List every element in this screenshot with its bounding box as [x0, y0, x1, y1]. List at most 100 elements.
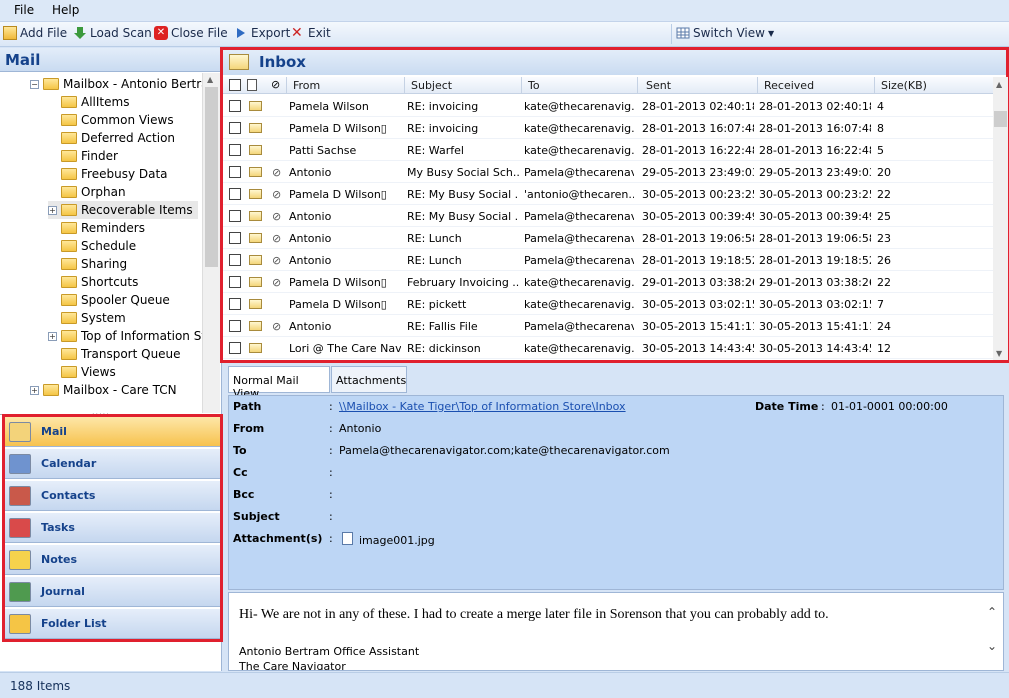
table-row[interactable]: ⊘ Pamela D Wilson▯ February Invoicing ... k… — [223, 271, 993, 293]
nav-tasks[interactable]: Tasks — [5, 513, 220, 543]
cell-to: kate@thecarenavig... — [524, 342, 634, 355]
table-row[interactable]: ⊘ Antonio My Busy Social Sch... Pamela@thec… — [223, 161, 993, 183]
table-row[interactable]: ⊘ Antonio RE: Lunch Pamela@thecarenav... 28-… — [223, 227, 993, 249]
nav-mail[interactable]: Mail — [5, 417, 220, 447]
nav-notes[interactable]: Notes — [5, 545, 220, 575]
tree-item[interactable]: System — [48, 309, 126, 327]
col-to[interactable]: To — [528, 79, 540, 92]
nav-calendar[interactable]: Calendar — [5, 449, 220, 479]
tree-item[interactable]: Views — [48, 363, 116, 381]
row-checkbox[interactable] — [229, 122, 241, 134]
nav-contacts[interactable]: Contacts — [5, 481, 220, 511]
tree-item[interactable]: Schedule — [48, 237, 136, 255]
menu-file[interactable]: File — [14, 3, 34, 17]
table-row[interactable]: Pamela Wilson RE: invoicing kate@thecarena… — [223, 95, 993, 117]
row-checkbox[interactable] — [229, 100, 241, 112]
tree-item[interactable]: Spooler Queue — [48, 291, 170, 309]
tree-item[interactable]: − Mailbox - Antonio Bertram — [30, 75, 202, 93]
row-checkbox[interactable] — [229, 232, 241, 244]
cell-subject: RE: My Busy Social ... — [407, 188, 519, 201]
scroll-thumb[interactable] — [994, 111, 1007, 127]
tree-item-label: Finder — [81, 149, 118, 163]
tree-item[interactable]: Sharing — [48, 255, 127, 273]
load-scan-button[interactable]: Load Scan — [73, 26, 152, 40]
folder-icon — [61, 222, 77, 234]
add-file-button[interactable]: Add File — [3, 26, 67, 40]
tree-item[interactable]: AllItems — [48, 93, 129, 111]
col-from[interactable]: From — [293, 79, 320, 92]
table-row[interactable]: Pamela D Wilson▯ RE: pickett kate@thecaren… — [223, 293, 993, 315]
tree-item[interactable]: + Mailbox - Care TCN — [30, 381, 177, 399]
tree-item[interactable]: Common Views — [48, 111, 174, 129]
folder-tree: − Mailbox - Antonio Bertram AllItems Common… — [0, 73, 202, 413]
row-checkbox[interactable] — [229, 210, 241, 222]
collapse-icon[interactable]: − — [30, 79, 39, 89]
message-list-scrollbar[interactable]: ▲ ▼ — [993, 77, 1008, 360]
table-row[interactable]: ⊘ Pamela D Wilson▯ RE: My Busy Social ... '… — [223, 183, 993, 205]
col-sent[interactable]: Sent — [646, 79, 671, 92]
folder-icon — [61, 348, 77, 360]
tab-attachments[interactable]: Attachments — [331, 366, 407, 393]
row-checkbox[interactable] — [229, 188, 241, 200]
envelope-icon — [249, 145, 262, 155]
menu-help[interactable]: Help — [52, 3, 79, 17]
select-all-checkbox[interactable] — [229, 79, 241, 91]
row-checkbox[interactable] — [229, 298, 241, 310]
col-subject[interactable]: Subject — [411, 79, 452, 92]
table-row[interactable]: ⊘ Antonio RE: My Busy Social ... Pamela@the… — [223, 205, 993, 227]
row-checkbox[interactable] — [229, 276, 241, 288]
tab-normal-mail-view[interactable]: Normal Mail View — [228, 366, 330, 400]
row-checkbox[interactable] — [229, 254, 241, 266]
table-row[interactable]: Lori @ The Care Nav... RE: dickinson kate@… — [223, 337, 993, 359]
exit-button[interactable]: ✕ Exit — [291, 26, 331, 40]
tree-item[interactable]: + Top of Information Store — [48, 327, 202, 345]
cell-size: 12 — [877, 342, 891, 355]
body-scroll-down-icon[interactable]: ⌄ — [987, 639, 997, 653]
scroll-up-icon[interactable]: ▲ — [207, 75, 213, 84]
table-row[interactable]: Pamela D Wilson▯ RE: invoicing kate@thecar… — [223, 117, 993, 139]
scroll-down-icon[interactable]: ▼ — [996, 349, 1002, 358]
envelope-icon — [249, 277, 262, 287]
switch-view-button[interactable]: Switch View ▼ — [676, 26, 774, 40]
attachment-file[interactable]: image001.jpg — [359, 534, 435, 547]
close-file-button[interactable]: ✕ Close File — [154, 26, 228, 40]
cell-from: Patti Sachse — [289, 144, 357, 157]
row-checkbox[interactable] — [229, 320, 241, 332]
scroll-thumb[interactable] — [205, 87, 218, 267]
tree-item[interactable]: Finder — [48, 147, 118, 165]
scroll-up-icon[interactable]: ▲ — [996, 80, 1002, 89]
export-button[interactable]: Export — [234, 26, 290, 40]
tree-item[interactable]: + Recoverable Items — [48, 201, 198, 219]
folder-tree-scrollbar[interactable]: ▲ — [202, 73, 220, 413]
nav-label: Folder List — [41, 617, 107, 630]
path-link[interactable]: \\Mailbox - Kate Tiger\Top of Informatio… — [339, 400, 626, 413]
expand-icon[interactable]: + — [30, 385, 39, 395]
body-scroll-up-icon[interactable]: ⌃ — [987, 605, 997, 619]
tree-item[interactable]: Reminders — [48, 219, 145, 237]
expand-icon[interactable]: + — [48, 331, 57, 341]
table-row[interactable]: Patti Sachse RE: Warfel kate@thecarenavig.… — [223, 139, 993, 161]
tree-item[interactable]: Freebusy Data — [48, 165, 168, 183]
table-row[interactable]: ⊘ Antonio RE: Fallis File Pamela@thecarenav… — [223, 315, 993, 337]
cell-to: kate@thecarenavig... — [524, 144, 634, 157]
cell-subject: RE: Fallis File — [407, 320, 478, 333]
tree-item[interactable]: Shortcuts — [48, 273, 138, 291]
row-checkbox[interactable] — [229, 144, 241, 156]
body-line-3: The Care Navigator — [239, 660, 346, 671]
expand-icon[interactable]: + — [48, 205, 57, 215]
document-icon — [247, 79, 257, 91]
table-row[interactable]: ⊘ Antonio RE: Lunch Pamela@thecarenav... 28-… — [223, 249, 993, 271]
row-checkbox[interactable] — [229, 166, 241, 178]
tree-item[interactable]: Transport Queue — [48, 345, 181, 363]
cell-size: 23 — [877, 232, 891, 245]
row-checkbox[interactable] — [229, 342, 241, 354]
nav-journal[interactable]: Journal — [5, 577, 220, 607]
col-size[interactable]: Size(KB) — [881, 79, 927, 92]
cell-received: 30-05-2013 00:23:25 — [759, 188, 871, 201]
tree-item[interactable]: Orphan — [48, 183, 126, 201]
col-received[interactable]: Received — [764, 79, 814, 92]
cell-from: Pamela D Wilson▯ — [289, 276, 387, 289]
cell-received: 28-01-2013 16:07:48 — [759, 122, 871, 135]
nav-folder-list[interactable]: Folder List — [5, 609, 220, 639]
tree-item[interactable]: Deferred Action — [48, 129, 175, 147]
